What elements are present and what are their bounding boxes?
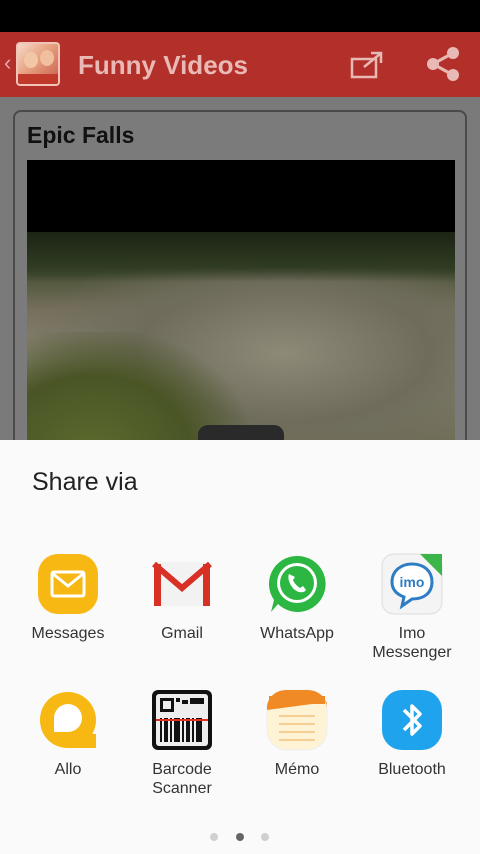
share-target-whatsapp[interactable]: WhatsApp: [237, 552, 357, 682]
share-target-label: Imo Messenger: [372, 625, 452, 661]
share-sheet: Share via Messages Gmail WhatsApp imo Im…: [0, 440, 480, 854]
gmail-icon: [152, 561, 212, 606]
app-title: Funny Videos: [78, 50, 248, 80]
share-target-label: Gmail: [161, 625, 203, 642]
app-logo-icon[interactable]: [16, 42, 60, 86]
back-chevron-icon[interactable]: ‹: [4, 52, 11, 74]
messages-icon: [38, 554, 98, 614]
app-bar: ‹ Funny Videos: [0, 32, 480, 97]
page-dot-active[interactable]: [236, 833, 244, 841]
content-area: Epic Falls: [0, 97, 480, 450]
share-target-barcode[interactable]: Barcode Scanner: [122, 688, 242, 818]
video-card[interactable]: Epic Falls: [13, 110, 467, 450]
whatsapp-icon: [268, 555, 326, 612]
share-target-bluetooth[interactable]: Bluetooth: [352, 688, 472, 818]
share-target-memo[interactable]: Mémo: [237, 688, 357, 818]
share-target-label: Mémo: [274, 761, 320, 778]
share-target-label: Allo: [54, 761, 82, 778]
imo-icon: imo: [381, 553, 443, 615]
video-player[interactable]: [27, 160, 455, 450]
share-target-gmail[interactable]: Gmail: [122, 552, 242, 682]
share-sheet-title: Share via: [32, 468, 138, 496]
allo-icon: [40, 692, 96, 748]
status-bar: [0, 0, 480, 32]
share-target-label: Messages: [31, 625, 105, 642]
share-target-label: Barcode Scanner: [152, 761, 212, 797]
share-target-allo[interactable]: Allo: [8, 688, 128, 818]
page-dot[interactable]: [261, 833, 269, 841]
barcode-icon: [152, 690, 212, 750]
memo-icon: [266, 689, 328, 751]
page-dot[interactable]: [210, 833, 218, 841]
video-title: Epic Falls: [27, 122, 135, 148]
svg-text:imo: imo: [400, 574, 425, 590]
share-target-label: Bluetooth: [378, 761, 446, 778]
share-target-messages[interactable]: Messages: [8, 552, 128, 682]
page-indicator: [205, 831, 275, 843]
video-frame: [27, 232, 455, 450]
share-target-imo[interactable]: imo Imo Messenger: [352, 552, 472, 682]
share-icon[interactable]: [424, 46, 462, 82]
open-external-icon[interactable]: [350, 51, 384, 79]
bluetooth-icon: [382, 690, 442, 750]
share-target-label: WhatsApp: [260, 625, 334, 642]
